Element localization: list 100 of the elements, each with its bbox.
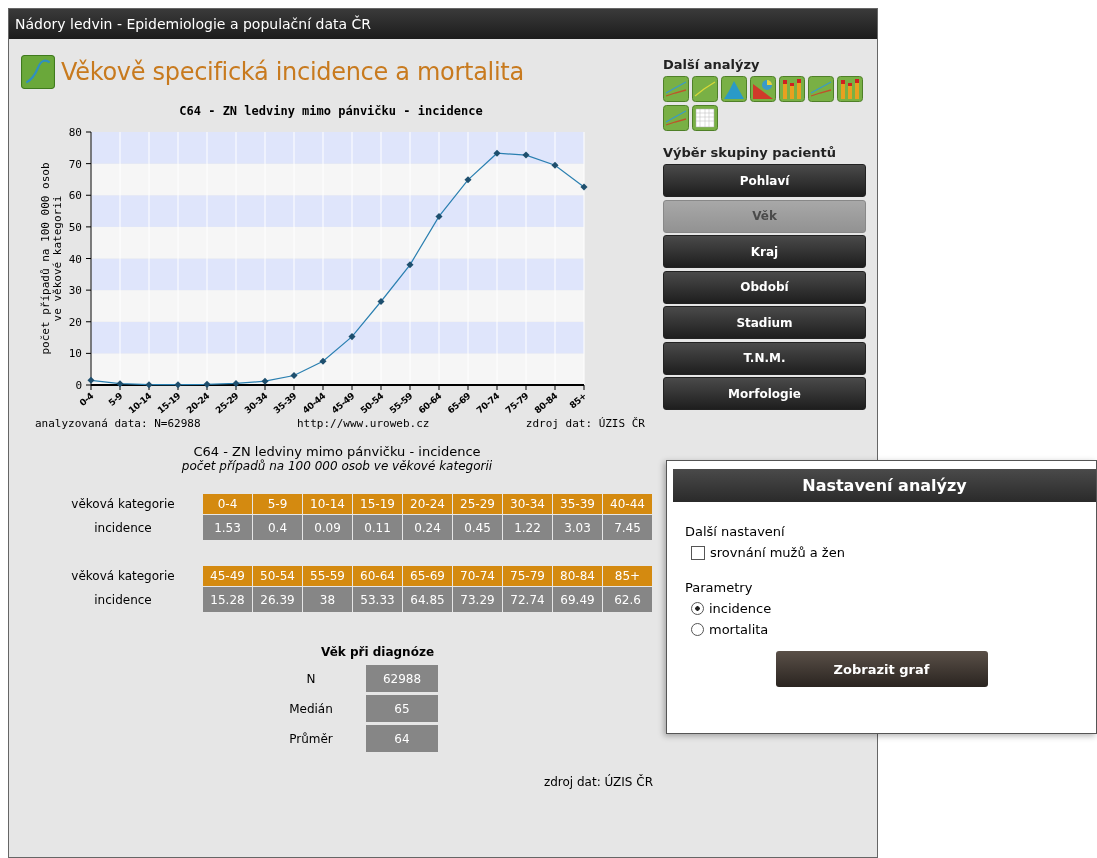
section-title: Výběr skupiny pacientů [663,145,838,160]
table-cell: 0.24 [403,515,452,540]
data-point [522,151,530,159]
chart-source: zdroj dat: ÚZIS ČR [525,417,645,430]
y-tick-label: 70 [68,157,82,171]
table-header-cell: 25-29 [453,494,502,514]
table-cell: 73.29 [453,587,502,612]
stat-value: 62988 [366,665,438,692]
chart-title: C64 - ZN ledviny mimo pánvičku - incidence [179,104,483,118]
pie-chart-icon[interactable] [750,76,776,102]
stats-title: Věk při diagnóze [321,645,435,659]
table-icon[interactable] [692,105,718,131]
y-tick-label: 0 [75,379,82,392]
section-title: Další nastavení [685,524,786,539]
line-chart-icon [21,55,55,89]
y-tick-label: 80 [68,126,82,139]
line-chart-icon[interactable] [808,76,834,102]
table-header-cell: 70-74 [453,566,502,586]
table-cell: 0.45 [453,515,502,540]
table-header-cell: 75-79 [503,566,552,586]
stat-value: 64 [366,725,438,752]
section-title: Parametry [685,580,754,595]
table-subtitle: počet případů na 100 000 osob ve věkové kategorii [180,459,494,473]
data-point [464,176,472,184]
group-button[interactable]: Období [663,270,866,304]
data-point [174,381,182,389]
source-note: zdroj dat: ÚZIS ČR [543,775,653,789]
chart-url: http://www.uroweb.cz [296,417,430,430]
show-chart-button[interactable]: Zobrazit graf [775,651,988,687]
window-title: Nádory ledvin - Epidemiologie a populační data ČR [15,16,371,32]
table-header-cell: 15-19 [353,494,402,514]
table-header-cell: 80-84 [553,566,602,586]
group-button[interactable]: T.N.M. [663,341,866,375]
data-point [145,381,153,389]
group-button[interactable]: Stadium [663,306,866,339]
table-cell: 1.53 [203,515,252,540]
x-tick-label: 0-4 [77,390,96,408]
data-point [435,212,443,220]
table-cell: 64.85 [403,587,452,612]
table-cell: 72.74 [503,587,552,612]
table-header-cell: 45-49 [203,566,252,586]
table-header-cell: 20-24 [403,494,452,514]
table-cell: 15.28 [203,587,252,612]
table-header-cell: 50-54 [253,566,302,586]
y-tick-label: 40 [68,252,82,266]
row-label: věková kategorie [70,496,176,513]
table-header-cell: 5-9 [253,494,302,514]
table-header-cell: 0-4 [203,494,252,514]
y-tick-label: 60 [68,189,82,203]
radio-button[interactable] [691,602,704,615]
row-label: incidence [93,519,153,537]
bar-chart-icon[interactable] [779,76,805,102]
group-button[interactable]: Pohlaví [663,164,866,197]
stat-label: Průměr [288,731,334,746]
y-tick-label: 30 [68,284,82,298]
y-axis-label: počet případů na 100 000 osob ve věkové kategorii [39,162,64,355]
table-header-cell: 40-44 [603,494,652,514]
x-tick-label: 85+ [567,390,589,411]
y-tick-label: 20 [68,315,82,329]
table-cell: 0.09 [303,515,352,540]
data-point [319,357,327,365]
radio-button[interactable] [691,623,704,636]
data-point [377,297,385,306]
data-point [232,379,240,387]
row-label: incidence [93,591,153,609]
group-button[interactable]: Kraj [663,235,866,268]
stat-value: 65 [366,695,438,722]
radio-label: incidence [709,601,772,616]
x-tick-label: 5-9 [106,390,125,408]
data-point [493,149,501,157]
group-button[interactable]: Morfologie [663,377,866,410]
table-cell: 3.03 [553,515,602,540]
table-header-cell: 55-59 [303,566,352,586]
page-title: Věkově specifická incidence a mortalita [61,58,524,86]
table-header-cell: 30-34 [503,494,552,514]
stat-label: N [305,671,317,686]
table-cell: 7.45 [603,515,652,540]
line-chart-icon[interactable] [692,76,718,102]
data-point [290,372,298,380]
data-point [261,377,269,385]
data-point [348,333,356,341]
bar-chart-icon[interactable] [837,76,863,102]
section-title: Další analýzy [663,57,761,72]
table-cell: 62.6 [603,587,652,612]
table-cell: 53.33 [353,587,402,612]
data-point [551,161,559,169]
table-cell: 69.49 [553,587,602,612]
table-header-cell: 60-64 [353,566,402,586]
checkbox-label: srovnání mužů a žen [710,545,845,560]
table-header-cell: 10-14 [303,494,352,514]
table-header-cell: 85+ [603,566,652,586]
data-point [203,380,211,388]
table-cell: 1.22 [503,515,552,540]
data-point [116,380,124,388]
checkbox[interactable] [691,545,705,560]
dialog-title: Nastavení analýzy [673,469,1096,502]
chart-footnote: analyzovaná data: N=62988 [35,417,201,430]
table-header-cell: 35-39 [553,494,602,514]
y-tick-label: 50 [68,220,82,234]
table-cell: 38 [303,587,352,612]
